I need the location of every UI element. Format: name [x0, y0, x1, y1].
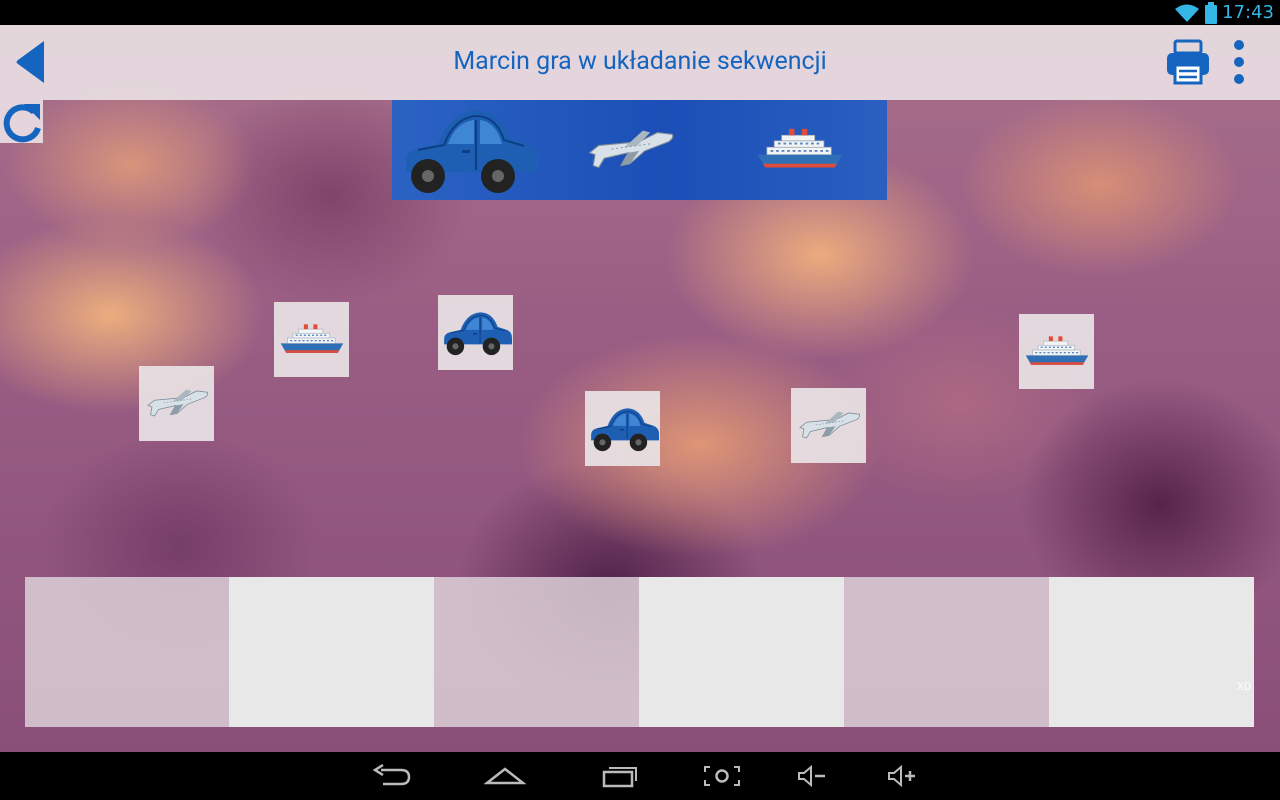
car-icon — [440, 307, 512, 359]
answer-slot-1[interactable] — [25, 577, 229, 727]
nav-recents-button[interactable] — [592, 758, 648, 794]
nav-volume-up-button[interactable] — [874, 758, 930, 794]
draggable-tile-airplane[interactable] — [139, 366, 214, 441]
car-icon — [587, 403, 659, 455]
status-bar: 17:43 — [0, 0, 1280, 25]
recent-apps-icon — [602, 767, 637, 788]
corner-label: XD — [1237, 680, 1252, 693]
sequence-item-car — [398, 100, 538, 200]
airplane-icon — [584, 127, 676, 173]
ship-icon — [754, 127, 846, 173]
answer-slot-6[interactable] — [1049, 577, 1254, 727]
back-nav-icon — [372, 764, 411, 786]
page-title: Marcin gra w układanie sekwencji — [453, 47, 827, 76]
volume-down-icon — [798, 764, 825, 788]
draggable-tile-car[interactable] — [585, 391, 660, 466]
navigation-bar — [0, 752, 1280, 800]
ship-icon — [278, 323, 346, 357]
refresh-button[interactable] — [0, 100, 43, 143]
airplane-icon — [144, 387, 210, 420]
nav-volume-down-button[interactable] — [784, 758, 840, 794]
nav-screenshot-button[interactable] — [694, 758, 750, 794]
status-time: 17:43 — [1222, 2, 1274, 23]
overflow-menu-icon — [1234, 40, 1244, 84]
car-icon — [398, 100, 538, 200]
sequence-item-ship — [754, 100, 846, 200]
nav-back-button[interactable] — [363, 758, 419, 794]
volume-up-icon — [888, 764, 915, 788]
refresh-icon — [3, 104, 41, 143]
draggable-tile-airplane[interactable] — [791, 388, 866, 463]
screenshot-icon — [704, 766, 740, 786]
answer-slot-5[interactable] — [844, 577, 1049, 727]
target-sequence — [392, 100, 887, 200]
home-icon — [484, 767, 526, 785]
draggable-tile-car[interactable] — [438, 295, 513, 370]
nav-home-button[interactable] — [477, 758, 533, 794]
action-bar: Marcin gra w układanie sekwencji — [0, 25, 1280, 100]
wifi-icon — [1174, 3, 1200, 23]
overflow-menu-button[interactable] — [1226, 39, 1252, 87]
print-button[interactable] — [1163, 39, 1213, 87]
draggable-tile-ship[interactable] — [274, 302, 349, 377]
answer-slot-3[interactable] — [434, 577, 639, 727]
answer-slot-4[interactable] — [639, 577, 844, 727]
ship-icon — [1023, 335, 1091, 369]
answer-slots — [25, 577, 1254, 727]
airplane-icon — [796, 409, 862, 442]
draggable-tile-ship[interactable] — [1019, 314, 1094, 389]
sequence-item-airplane — [582, 100, 678, 200]
battery-icon — [1204, 1, 1218, 24]
answer-slot-2[interactable] — [229, 577, 434, 727]
print-icon — [1167, 39, 1209, 85]
